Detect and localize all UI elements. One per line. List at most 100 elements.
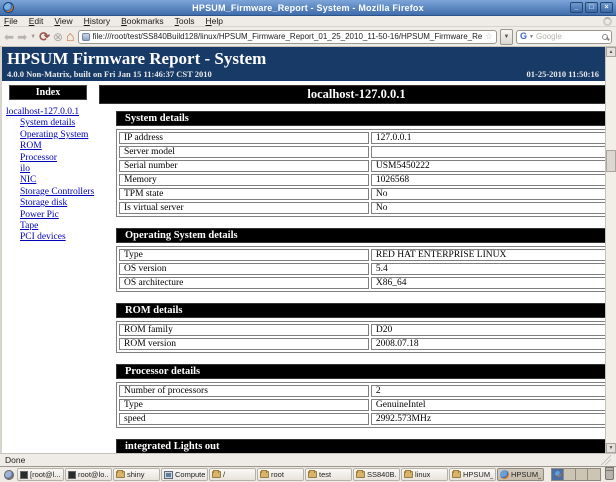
url-dropdown-button[interactable]: ▼	[500, 29, 513, 45]
section: Processor detailsNumber of processors2Ty…	[116, 364, 614, 428]
app-launcher-button[interactable]	[2, 468, 16, 481]
field-value: D20	[371, 324, 611, 336]
table-row: Server model	[119, 146, 611, 158]
report-build-info: 4.0.0 Non-Matrix, built on Fri Jan 15 11…	[7, 69, 212, 79]
scrollbar-thumb[interactable]	[606, 150, 616, 172]
scroll-down-icon[interactable]: ▼	[606, 443, 616, 453]
taskbar-window-label: linux	[415, 470, 430, 479]
menu-file[interactable]: File	[4, 16, 18, 26]
folder-icon	[452, 471, 461, 478]
taskbar-window-button[interactable]: linux	[401, 468, 448, 481]
history-dropdown-icon[interactable]: ▼	[30, 34, 36, 40]
menu-help[interactable]: Help	[205, 16, 222, 26]
resize-grip[interactable]	[601, 455, 611, 465]
field-label: TPM state	[119, 188, 369, 200]
folder-icon	[260, 471, 269, 478]
menubar: File Edit View History Bookmarks Tools Help	[0, 16, 616, 27]
table-row: Is virtual serverNo	[119, 202, 611, 214]
workspace-cell[interactable]	[576, 469, 588, 480]
sidebar-link-tape[interactable]: Tape	[2, 221, 99, 232]
sidebar-link-nic[interactable]: NIC	[2, 175, 99, 186]
menu-edit[interactable]: Edit	[29, 16, 44, 26]
workspace-cell[interactable]	[564, 469, 576, 480]
report-main: localhost-127.0.0.1 System detailsIP add…	[99, 81, 614, 453]
sidebar-link-storage-disk[interactable]: Storage disk	[2, 198, 99, 209]
maximize-button[interactable]: □	[585, 2, 598, 13]
close-button[interactable]: ×	[600, 2, 613, 13]
field-label: ROM family	[119, 324, 369, 336]
field-label: speed	[119, 413, 369, 425]
section: integrated Lights outNo ilo's found in t…	[116, 439, 614, 453]
trash-icon[interactable]	[605, 469, 614, 480]
table-row: OS architectureX86_64	[119, 277, 611, 289]
field-label: Type	[119, 399, 369, 411]
folder-icon	[356, 471, 365, 478]
sidebar-link-localhost[interactable]: localhost-127.0.0.1	[2, 107, 99, 118]
taskbar-window-button[interactable]: Computer	[161, 468, 208, 481]
table-row: Memory1026568	[119, 174, 611, 186]
taskbar-window-button[interactable]: root@lo...	[65, 468, 112, 481]
search-icon[interactable]	[602, 34, 608, 40]
forward-button[interactable]: ➡	[17, 31, 27, 43]
menu-tools[interactable]: Tools	[175, 16, 195, 26]
taskbar-window-button[interactable]: [root@l...	[17, 468, 64, 481]
section-header: Processor details	[116, 364, 614, 379]
scrollbar-track[interactable]	[606, 57, 616, 443]
workspace-switcher[interactable]	[551, 468, 601, 481]
taskbar-window-button[interactable]: root	[257, 468, 304, 481]
page-scrollbar[interactable]: ▲ ▼	[605, 47, 616, 453]
folder-icon	[212, 471, 221, 478]
taskbar-window-label: test	[319, 470, 331, 479]
bookmark-star-icon[interactable]: ☆	[485, 31, 493, 42]
taskbar-window-button[interactable]: /	[209, 468, 256, 481]
taskbar-window-button[interactable]: SS840B...	[353, 468, 400, 481]
search-box[interactable]: G ▼ Google	[516, 30, 612, 44]
menu-bookmarks[interactable]: Bookmarks	[121, 16, 164, 26]
menu-history[interactable]: History	[84, 16, 110, 26]
sidebar-link-processor[interactable]: Processor	[2, 153, 99, 164]
computer-icon	[164, 471, 173, 479]
sidebar-link-pci-devices[interactable]: PCI devices	[2, 232, 99, 243]
field-value: 5.4	[371, 263, 611, 275]
section: Operating System detailsTypeRED HAT ENTE…	[116, 228, 614, 292]
sidebar-link-rom[interactable]: ROM	[2, 141, 99, 152]
field-value: X86_64	[371, 277, 611, 289]
table-row: IP address127.0.0.1	[119, 132, 611, 144]
page-favicon	[82, 33, 90, 41]
taskbar-window-button[interactable]: HPSUM_...	[449, 468, 496, 481]
sidebar-link-power-pic[interactable]: Power Pic	[2, 210, 99, 221]
taskbar-window-label: Computer	[175, 470, 205, 479]
back-button[interactable]: ⬅	[4, 31, 14, 43]
taskbar-window-label: shiny	[127, 470, 145, 479]
workspace-cell[interactable]	[588, 469, 600, 480]
home-button[interactable]: ⌂	[66, 30, 74, 43]
stop-button[interactable]: ⊗	[53, 31, 63, 43]
host-banner: localhost-127.0.0.1	[99, 85, 614, 104]
taskbar-window-label: SS840B...	[367, 470, 397, 479]
window-titlebar[interactable]: HPSUM_Firmware_Report - System - Mozilla…	[0, 0, 616, 16]
taskbar-window-button[interactable]: test	[305, 468, 352, 481]
field-value	[371, 146, 611, 158]
url-text[interactable]: file:///root/test/SS840Build128/linux/HP…	[93, 32, 482, 41]
search-input[interactable]: Google	[536, 32, 600, 41]
field-label: IP address	[119, 132, 369, 144]
scroll-up-icon[interactable]: ▲	[606, 47, 616, 57]
sidebar-link-system-details[interactable]: System details	[2, 118, 99, 129]
sidebar-link-ilo[interactable]: ilo	[2, 164, 99, 175]
reload-button[interactable]: ⟳	[39, 30, 50, 43]
url-bar[interactable]: file:///root/test/SS840Build128/linux/HP…	[78, 30, 497, 44]
workspace-cell[interactable]	[552, 469, 564, 480]
field-label: Server model	[119, 146, 369, 158]
table-row: TypeRED HAT ENTERPRISE LINUX	[119, 249, 611, 261]
section-table: TypeRED HAT ENTERPRISE LINUXOS version5.…	[116, 246, 614, 292]
menu-view[interactable]: View	[54, 16, 72, 26]
google-engine-icon[interactable]: G	[520, 32, 527, 41]
field-label: OS architecture	[119, 277, 369, 289]
sidebar-link-storage-controllers[interactable]: Storage Controllers	[2, 187, 99, 198]
sidebar-link-operating-system[interactable]: Operating System	[2, 130, 99, 141]
taskbar-window-button[interactable]: shiny	[113, 468, 160, 481]
taskbar-window-button[interactable]: HPSUM_...	[497, 468, 544, 481]
section: ROM detailsROM familyD20ROM version2008.…	[116, 303, 614, 353]
minimize-button[interactable]: _	[570, 2, 583, 13]
search-engine-dropdown-icon[interactable]: ▼	[529, 34, 534, 40]
